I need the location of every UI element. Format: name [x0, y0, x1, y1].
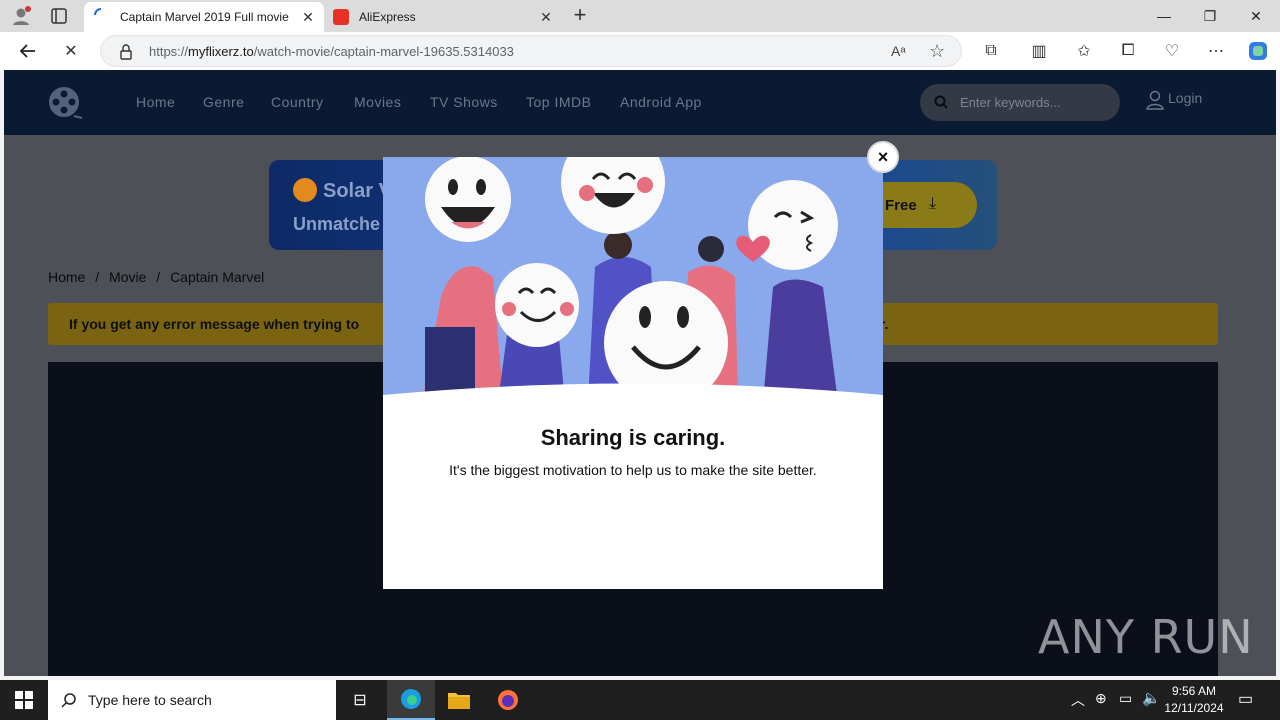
modal-subtitle: It's the biggest motivation to help us t… — [449, 462, 817, 478]
minimize-button[interactable]: — — [1141, 0, 1187, 32]
nav-country[interactable]: Country — [271, 94, 324, 110]
nav-android-app[interactable]: Android App — [620, 94, 702, 110]
breadcrumb-home[interactable]: Home — [48, 269, 85, 285]
address-bar[interactable]: https://myflixerz.to/watch-movie/captain… — [100, 35, 962, 67]
user-icon[interactable] — [1146, 90, 1164, 110]
more-options-icon[interactable]: ⋯ — [1203, 39, 1229, 63]
search-icon — [934, 95, 948, 109]
back-icon[interactable] — [15, 39, 41, 63]
notice-text-start: If you get any error message when trying… — [69, 316, 360, 332]
happy-people-illustration — [383, 157, 883, 402]
nav-movies[interactable]: Movies — [354, 94, 401, 110]
url-text: https://myflixerz.to/watch-movie/captain… — [149, 44, 514, 59]
anyrun-watermark: ANY RUN — [1038, 610, 1254, 664]
site-search-input[interactable]: Enter keywords... — [920, 84, 1120, 121]
extensions-icon[interactable]: ⧉ — [978, 39, 1004, 63]
tab-captain-marvel[interactable]: Captain Marvel 2019 Full movie on ✕ — [84, 2, 324, 32]
login-link[interactable]: Login — [1168, 90, 1202, 106]
ad-brand: Solar V — [323, 180, 392, 202]
search-icon — [61, 692, 77, 708]
new-tab-button[interactable]: + — [568, 2, 592, 28]
network-icon[interactable]: ▭ — [1119, 690, 1132, 707]
restore-button[interactable]: ❐ — [1187, 0, 1233, 32]
edge-taskbar-icon[interactable] — [387, 680, 435, 720]
taskbar-search-placeholder: Type here to search — [88, 692, 212, 708]
firefox-icon[interactable] — [484, 680, 532, 720]
profile-icon[interactable] — [10, 5, 32, 27]
favorite-star-icon[interactable]: ☆ — [929, 41, 945, 62]
modal-title: Sharing is caring. — [540, 425, 726, 450]
task-view-icon[interactable]: ⊟ — [336, 680, 384, 720]
nav-top-imdb[interactable]: Top IMDB — [526, 94, 591, 110]
download-icon: ⤓ — [929, 195, 937, 212]
collections-icon[interactable]: ⧠ — [1115, 39, 1141, 63]
tab-title: Captain Marvel 2019 Full movie on — [120, 10, 290, 24]
taskbar-search-input[interactable]: Type here to search — [48, 680, 336, 720]
start-button[interactable] — [0, 680, 48, 720]
site-header: Home Genre Country Movies TV Shows Top I… — [4, 70, 1276, 135]
breadcrumb-movie[interactable]: Movie — [109, 269, 146, 285]
taskbar-clock[interactable]: 9:56 AM 12/11/2024 — [1160, 683, 1228, 717]
favorites-icon[interactable]: ✩ — [1071, 39, 1097, 63]
close-window-button[interactable]: ✕ — [1233, 0, 1279, 32]
breadcrumb-current: Captain Marvel — [170, 269, 265, 285]
read-aloud-icon[interactable]: Aᵃ — [891, 43, 906, 59]
nav-home[interactable]: Home — [136, 94, 175, 110]
file-explorer-icon[interactable] — [435, 680, 483, 720]
volume-icon[interactable]: 🔈 — [1142, 689, 1161, 707]
split-screen-icon[interactable]: ▥ — [1026, 39, 1052, 63]
clock-date: 12/11/2024 — [1164, 701, 1224, 715]
notifications-icon[interactable]: ▭ — [1238, 689, 1253, 709]
stop-loading-icon[interactable]: ✕ — [58, 39, 84, 63]
share-modal: Sharing is caring. It's the biggest moti… — [383, 157, 883, 589]
aliexpress-icon — [333, 9, 349, 25]
browser-tab-strip: Captain Marvel 2019 Full movie on ✕ AliE… — [0, 0, 1280, 32]
search-placeholder: Enter keywords... — [960, 95, 1061, 110]
breadcrumb: Home / Movie / Captain Marvel — [48, 269, 265, 285]
close-tab-icon[interactable]: ✕ — [300, 9, 316, 25]
clock-time: 9:56 AM — [1171, 684, 1217, 698]
nav-genre[interactable]: Genre — [203, 94, 244, 110]
meet-now-icon[interactable]: ⊕ — [1095, 690, 1107, 707]
ad-cta-label: Free — [885, 197, 917, 214]
site-logo-icon[interactable] — [46, 84, 84, 122]
nav-tv-shows[interactable]: TV Shows — [430, 94, 498, 110]
browser-toolbar: ✕ https://myflixerz.to/watch-movie/capta… — [0, 32, 1280, 70]
windows-taskbar: Type here to search ⊟ ︿ ⊕ ▭ 🔈 9:56 AM 12… — [0, 680, 1280, 720]
copilot-icon[interactable] — [1245, 39, 1271, 63]
tab-actions-icon[interactable] — [50, 7, 68, 25]
browser-essentials-icon[interactable]: ♡ — [1159, 39, 1185, 63]
tab-title: AliExpress — [359, 10, 416, 24]
show-hidden-icons-icon[interactable]: ︿ — [1071, 690, 1085, 710]
close-tab-icon[interactable]: ✕ — [538, 9, 554, 25]
ad-headline: Unmatche — [293, 214, 381, 234]
ad-logo-icon — [293, 178, 317, 202]
loading-icon — [94, 8, 108, 22]
tab-aliexpress[interactable]: AliExpress ✕ — [324, 2, 562, 32]
modal-close-button[interactable]: × — [867, 141, 899, 173]
lock-icon — [119, 44, 133, 60]
